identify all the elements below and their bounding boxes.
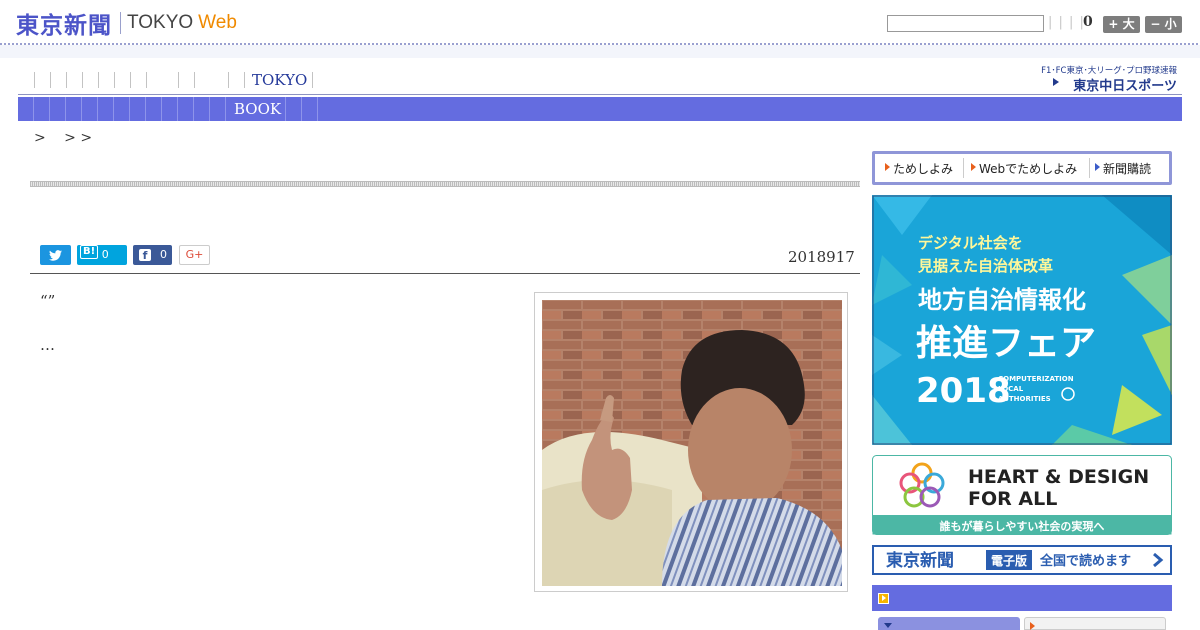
nav-separator <box>178 72 179 88</box>
nav-separator <box>98 72 99 88</box>
ad-fair-en3: AUTHORITIES <box>998 395 1051 403</box>
header-divider-bars: | | | | <box>1048 15 1085 30</box>
subscribe-link[interactable]: 新聞購読 <box>1094 160 1151 177</box>
header-count: 0 <box>1083 14 1093 30</box>
ad-banner-heart-design[interactable]: HEART & DESIGN FOR ALL 誰もが暮らしやすい社会の実現へ <box>872 455 1172 535</box>
ad-banner-local-gov-fair[interactable]: デジタル社会を 見据えた自治体改革 地方自治情報化 推進フェア 2018 COM… <box>872 195 1172 445</box>
secondary-nav: BOOK <box>18 97 1182 121</box>
nav-separator <box>161 97 162 121</box>
logo-web: Web <box>198 12 237 33</box>
ad-fair-en2: LOCAL <box>998 385 1024 393</box>
font-size-smaller-button[interactable]: − 小 <box>1145 16 1182 33</box>
nav-separator <box>225 97 226 121</box>
nav-separator <box>177 97 178 121</box>
article-paragraph: … <box>40 336 55 354</box>
nav-separator <box>65 97 66 121</box>
header-band <box>0 45 1200 58</box>
subscribe-separator <box>963 158 964 178</box>
play-icon <box>878 593 889 604</box>
primary-nav: TOKYO <box>18 68 1024 92</box>
twitter-share-button[interactable] <box>40 245 71 265</box>
nav-separator <box>209 97 210 121</box>
subscribe-bar: ためしよみ Webでためしよみ 新聞購読 <box>872 151 1172 185</box>
trial-read-link[interactable]: ためしよみ <box>884 160 953 177</box>
ad-fair-line2: 見据えた自治体改革 <box>917 257 1053 275</box>
hatena-count: 0 <box>101 248 109 261</box>
ad-eshimbun-text: 全国で読めます <box>1039 553 1131 569</box>
ad-heart-line2: FOR ALL <box>968 488 1057 510</box>
nav-separator <box>301 97 302 121</box>
nav-separator <box>113 97 114 121</box>
arrow-right-icon <box>1053 78 1059 86</box>
search-input[interactable] <box>887 15 1044 32</box>
nav-rule <box>18 94 1182 95</box>
nav-separator <box>33 97 34 121</box>
article-paragraph: “” <box>40 292 56 310</box>
facebook-icon: f <box>139 249 151 262</box>
web-trial-read-link[interactable]: Webでためしよみ <box>970 160 1077 177</box>
logo-tokyo: TOKYO <box>127 12 194 33</box>
nav-separator <box>194 72 195 88</box>
ad-fair-line4: 推進フェア <box>916 323 1096 364</box>
ad-fair-year: 2018 <box>916 371 1011 411</box>
nav-separator <box>193 97 194 121</box>
hatena-icon: B! <box>80 245 99 259</box>
ad-fair-line3: 地方自治情報化 <box>918 286 1086 314</box>
ad-heart-line1: HEART & DESIGN <box>968 466 1149 488</box>
logo-kanji: 東京新聞 <box>16 13 112 39</box>
nav-separator <box>81 97 82 121</box>
ad-heart-tagline: 誰もが暮らしやすい社会の実現へ <box>940 519 1105 533</box>
nav-separator <box>129 97 130 121</box>
nav-separator <box>130 72 131 88</box>
site-logo[interactable]: 東京新聞 TOKYO Web <box>16 8 237 39</box>
nav-item-tokyo[interactable]: TOKYO <box>252 71 307 89</box>
article-date: 2018917 <box>788 248 855 266</box>
ad-banner-digital-edition[interactable]: 東京新聞 電子版 全国で読めます <box>872 545 1172 575</box>
nav-separator <box>228 72 229 88</box>
article-header-rule <box>30 273 860 274</box>
article-photo <box>542 300 842 586</box>
google-plus-share-button[interactable]: G+ <box>179 245 210 265</box>
subscribe-separator <box>1089 158 1090 178</box>
nav-separator <box>50 72 51 88</box>
nav-separator <box>49 97 50 121</box>
facebook-share-button[interactable]: f 0 <box>133 245 172 265</box>
sidebar-panel-header <box>872 585 1172 611</box>
ad-fair-line1: デジタル社会を <box>918 234 1023 252</box>
nav-separator <box>97 97 98 121</box>
sports-logo: 東京中日スポーツ <box>1073 79 1177 94</box>
ad-eshimbun-badge: 電子版 <box>991 553 1027 568</box>
nav-separator <box>82 72 83 88</box>
sidebar-panel-tab-2[interactable] <box>1024 617 1166 630</box>
nav-item-book[interactable]: BOOK <box>234 100 281 118</box>
nav-separator <box>312 72 313 88</box>
nav-separator <box>145 97 146 121</box>
ad-eshimbun-logo: 東京新聞 <box>886 550 954 571</box>
breadcrumb[interactable]: > > > <box>34 127 92 147</box>
chunichi-sports-link[interactable]: F1･FC東京･大リーグ･プロ野球速報 東京中日スポーツ <box>1027 64 1179 94</box>
article-title-rule <box>30 181 860 187</box>
nav-separator <box>34 72 35 88</box>
facebook-count: 0 <box>160 248 167 261</box>
nav-separator <box>244 72 245 88</box>
nav-separator <box>285 97 286 121</box>
nav-separator <box>317 97 318 121</box>
font-size-larger-button[interactable]: + 大 <box>1103 16 1140 33</box>
nav-separator <box>66 72 67 88</box>
nav-separator <box>114 72 115 88</box>
nav-separator <box>146 72 147 88</box>
twitter-icon <box>49 250 62 261</box>
sidebar-panel-tab-1[interactable] <box>878 617 1020 630</box>
hatena-bookmark-button[interactable]: B! 0 <box>77 245 127 265</box>
ad-fair-en1: COMPUTERIZATION <box>998 375 1074 383</box>
logo-divider <box>120 12 121 34</box>
